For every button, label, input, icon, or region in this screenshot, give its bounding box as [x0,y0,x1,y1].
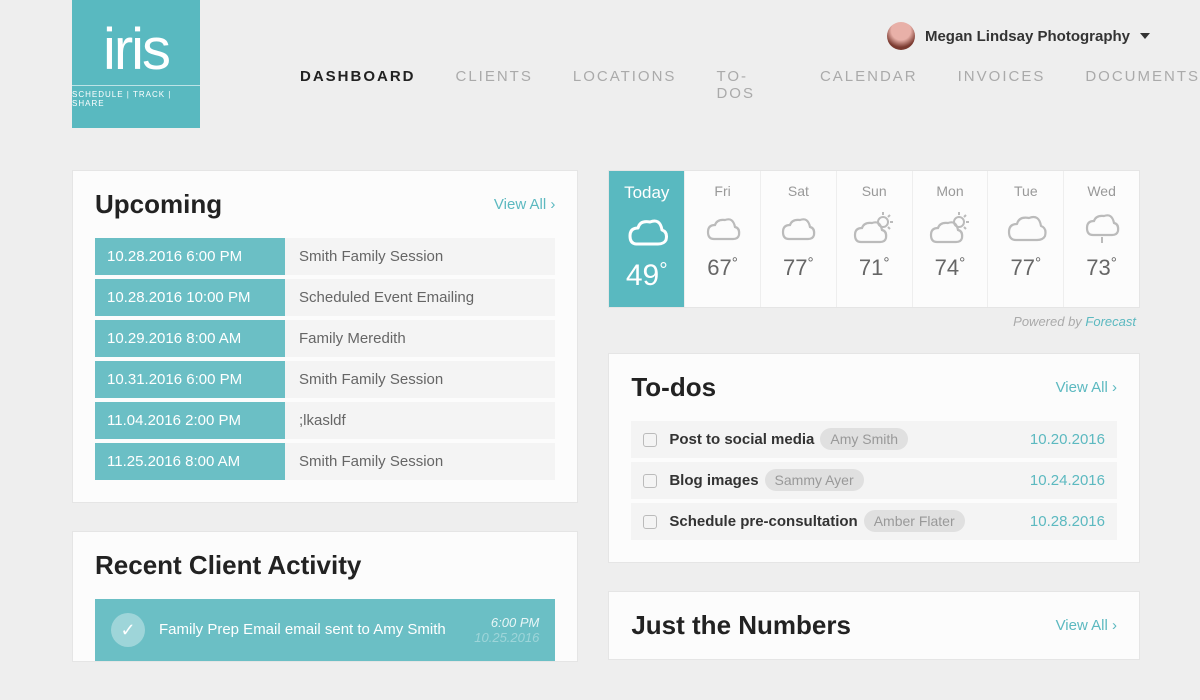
todo-text: Blog imagesSammy Ayer [669,472,1018,489]
upcoming-panel: Upcoming View All 10.28.2016 6:00 PMSmit… [72,170,578,503]
upcoming-date: 10.28.2016 10:00 PM [95,279,285,316]
numbers-viewall[interactable]: View All [1056,617,1117,634]
weather-label: Sat [765,183,832,199]
caret-down-icon [1140,33,1150,39]
upcoming-event: Scheduled Event Emailing [285,279,555,316]
todo-date: 10.20.2016 [1030,431,1105,448]
weather-day: Sun 71 [836,171,912,307]
weather-panel: Today 49 Fri 67 Sat 77 Sun 71 Mon 74 Tue 77 Wed 73 [608,170,1140,308]
weather-label: Fri [689,183,756,199]
weather-cloud-icon [613,209,680,259]
activity-text: Family Prep Email email sent to Amy Smit… [159,620,460,640]
upcoming-row[interactable]: 11.04.2016 2:00 PM;lkasldf [95,402,555,439]
upcoming-row[interactable]: 10.28.2016 6:00 PMSmith Family Session [95,238,555,275]
weather-day: Sat 77 [760,171,836,307]
weather-rain-icon [1068,205,1135,255]
nav-clients[interactable]: CLIENTS [456,68,533,102]
todo-checkbox[interactable] [643,474,657,488]
todo-date: 10.24.2016 [1030,472,1105,489]
todo-row[interactable]: Blog imagesSammy Ayer 10.24.2016 [631,462,1117,499]
upcoming-row[interactable]: 10.28.2016 10:00 PMScheduled Event Email… [95,279,555,316]
todos-title: To-dos [631,372,716,403]
weather-temp: 77 [765,255,832,281]
account-menu[interactable]: Megan Lindsay Photography [887,22,1150,50]
main-nav: DASHBOARD CLIENTS LOCATIONS TO-DOS CALENDAR I… [300,68,1200,102]
upcoming-date: 11.04.2016 2:00 PM [95,402,285,439]
upcoming-event: Smith Family Session [285,443,555,480]
todo-text: Post to social mediaAmy Smith [669,431,1018,448]
todo-date: 10.28.2016 [1030,513,1105,530]
weather-temp: 77 [992,255,1059,281]
weather-temp: 74 [917,255,984,281]
upcoming-row[interactable]: 11.25.2016 8:00 AMSmith Family Session [95,443,555,480]
todo-client-badge: Amy Smith [820,428,908,450]
weather-label: Wed [1068,183,1135,199]
numbers-panel: Just the Numbers View All [608,591,1140,660]
todo-checkbox[interactable] [643,515,657,529]
weather-temp: 67 [689,255,756,281]
weather-partly-sun-icon [917,205,984,255]
todo-text: Schedule pre-consultationAmber Flater [669,513,1018,530]
upcoming-row[interactable]: 10.31.2016 6:00 PMSmith Family Session [95,361,555,398]
activity-title: Recent Client Activity [95,550,361,581]
forecast-link[interactable]: Forecast [1085,314,1136,329]
weather-cloud-icon [992,205,1059,255]
todos-panel: To-dos View All Post to social mediaAmy … [608,353,1140,563]
weather-label: Tue [992,183,1059,199]
logo-text: iris [103,21,169,79]
weather-day: Fri 67 [684,171,760,307]
upcoming-event: Smith Family Session [285,238,555,275]
logo[interactable]: iris SCHEDULE | TRACK | SHARE [72,0,200,128]
todo-checkbox[interactable] [643,433,657,447]
activity-meta: 6:00 PM 10.25.2016 [474,615,539,645]
weather-day: Mon 74 [912,171,988,307]
weather-label: Mon [917,183,984,199]
weather-temp: 71 [841,255,908,281]
activity-panel: Recent Client Activity ✓ Family Prep Ema… [72,531,578,662]
nav-invoices[interactable]: INVOICES [958,68,1046,102]
weather-day: Wed 73 [1063,171,1139,307]
upcoming-date: 10.28.2016 6:00 PM [95,238,285,275]
logo-tagline: SCHEDULE | TRACK | SHARE [72,85,200,108]
weather-temp: 73 [1068,255,1135,281]
numbers-title: Just the Numbers [631,610,851,641]
nav-documents[interactable]: DOCUMENTS [1085,68,1200,102]
activity-item[interactable]: ✓ Family Prep Email email sent to Amy Sm… [95,599,555,661]
avatar [887,22,915,50]
upcoming-event: Smith Family Session [285,361,555,398]
nav-calendar[interactable]: CALENDAR [820,68,918,102]
weather-partly-icon [689,205,756,255]
nav-dashboard[interactable]: DASHBOARD [300,68,416,102]
upcoming-viewall[interactable]: View All [494,196,555,213]
weather-temp: 49 [613,259,680,293]
upcoming-date: 11.25.2016 8:00 AM [95,443,285,480]
upcoming-event: ;lkasldf [285,402,555,439]
nav-to-dos[interactable]: TO-DOS [716,68,780,102]
todo-client-badge: Amber Flater [864,510,965,532]
upcoming-event: Family Meredith [285,320,555,357]
weather-day: Tue 77 [987,171,1063,307]
weather-day: Today 49 [609,171,684,307]
nav-locations[interactable]: LOCATIONS [573,68,677,102]
weather-credit: Powered by Forecast [608,314,1140,329]
upcoming-row[interactable]: 10.29.2016 8:00 AMFamily Meredith [95,320,555,357]
todo-client-badge: Sammy Ayer [765,469,864,491]
todo-row[interactable]: Post to social mediaAmy Smith 10.20.2016 [631,421,1117,458]
upcoming-title: Upcoming [95,189,222,220]
account-name: Megan Lindsay Photography [925,28,1130,45]
upcoming-date: 10.29.2016 8:00 AM [95,320,285,357]
weather-label: Today [613,183,680,203]
weather-label: Sun [841,183,908,199]
weather-partly-sun-icon [841,205,908,255]
todos-viewall[interactable]: View All [1056,379,1117,396]
weather-partly-icon [765,205,832,255]
upcoming-date: 10.31.2016 6:00 PM [95,361,285,398]
check-icon: ✓ [111,613,145,647]
todo-row[interactable]: Schedule pre-consultationAmber Flater 10.… [631,503,1117,540]
